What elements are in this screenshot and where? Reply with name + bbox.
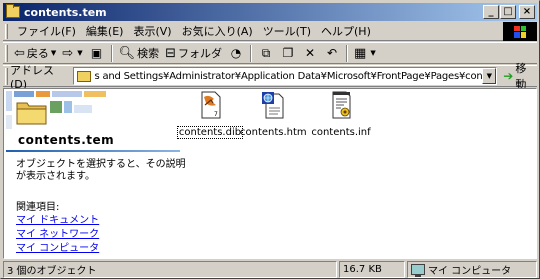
back-button[interactable]: ⇦ 戻る ▼ — [11, 43, 59, 63]
folder-view[interactable]: contents.tem オブジェクトを選択すると、その説明が表示されます。 関… — [3, 88, 537, 259]
copy-to-icon[interactable]: ❐ — [280, 46, 296, 60]
menu-edit[interactable]: 編集(E) — [81, 23, 129, 39]
go-arrow-icon: ➔ — [503, 69, 514, 83]
folders-button[interactable]: ⊟ フォルダ — [162, 43, 225, 63]
address-value[interactable]: s and Settings¥Administrator¥Application… — [94, 71, 482, 82]
windows-logo-icon — [503, 22, 537, 41]
setup-info-icon — [332, 91, 351, 119]
maximize-button[interactable]: □ — [500, 5, 516, 19]
chevron-down-icon[interactable]: ▼ — [51, 49, 56, 57]
move-to-icon[interactable]: ⧉ — [258, 46, 274, 60]
up-folder-icon[interactable]: ▣ — [89, 46, 105, 60]
folder-icon — [16, 102, 47, 125]
title-bar[interactable]: contents.tem _ □ × — [3, 3, 537, 21]
forward-arrow-icon: ⇨ — [62, 45, 74, 61]
zone-label: マイ コンピュータ — [428, 266, 512, 277]
file-item[interactable]: contents.inf — [307, 91, 375, 138]
html-document-icon — [262, 92, 284, 119]
minimize-button[interactable]: _ — [483, 5, 499, 19]
folder-icon — [77, 70, 92, 82]
folders-label: フォルダ — [178, 47, 223, 60]
search-button[interactable]: 🔍︎ 検索 — [116, 43, 163, 63]
menu-favorites[interactable]: お気に入り(A) — [177, 23, 258, 39]
link-my-computer[interactable]: マイ コンピュータ — [16, 239, 99, 254]
svg-text:7: 7 — [214, 111, 218, 118]
views-icon: ▦ — [354, 45, 367, 61]
menu-bar: ファイル(F) 編集(E) 表示(V) お気に入り(A) ツール(T) ヘルプ(… — [3, 22, 537, 41]
file-name: contents.dib — [176, 126, 244, 139]
chevron-down-icon[interactable]: ▼ — [370, 49, 375, 57]
status-size: 16.7 KB — [339, 261, 405, 278]
toolbar-separator — [110, 44, 113, 62]
file-item[interactable]: contents.htm — [239, 91, 307, 138]
file-name: contents.inf — [311, 127, 371, 138]
toolbar-separator — [346, 44, 349, 62]
window-title: contents.tem — [24, 5, 107, 19]
link-my-documents[interactable]: マイ ドキュメント — [16, 211, 99, 226]
search-label: 検索 — [137, 47, 160, 60]
menu-grip[interactable] — [5, 23, 8, 39]
status-bar: 3 個のオブジェクト 16.7 KB マイ コンピュータ — [3, 261, 537, 278]
status-zone: マイ コンピュータ — [407, 261, 537, 278]
menu-file[interactable]: ファイル(F) — [12, 23, 81, 39]
undo-icon[interactable]: ↶ — [324, 46, 340, 60]
selection-hint: オブジェクトを選択すると、その説明が表示されます。 — [16, 159, 186, 182]
address-grip[interactable] — [5, 67, 8, 85]
bitmap-image-icon: 7 — [201, 91, 221, 119]
folder-title: contents.tem — [18, 133, 115, 147]
title-divider — [6, 150, 180, 152]
folder-icon — [6, 4, 20, 18]
explorer-window: contents.tem _ □ × ファイル(F) 編集(E) 表示(V) お… — [0, 0, 540, 279]
history-icon[interactable]: ◔ — [228, 46, 244, 60]
menu-help[interactable]: ヘルプ(H) — [316, 23, 376, 39]
views-button[interactable]: ▦ ▼ — [351, 43, 379, 63]
toolbar-separator — [250, 44, 253, 62]
forward-button[interactable]: ⇨ ▼ — [59, 43, 85, 63]
toolbar-grip[interactable] — [5, 44, 8, 62]
computer-icon — [411, 264, 425, 277]
back-label: 戻る — [26, 47, 49, 60]
address-bar: アドレス(D) s and Settings¥Administrator¥App… — [3, 62, 537, 91]
standard-toolbar: ⇦ 戻る ▼ ⇨ ▼ ▣ 🔍︎ 検索 ⊟ フォルダ ◔ ⧉ ❐ ✕ ↶ ▦ ▼ — [3, 42, 537, 64]
file-item[interactable]: 7 contents.dib — [176, 91, 244, 139]
close-button[interactable]: × — [519, 5, 535, 19]
back-arrow-icon: ⇦ — [14, 45, 25, 61]
chevron-down-icon[interactable]: ▼ — [77, 49, 82, 57]
address-input[interactable]: s and Settings¥Administrator¥Application… — [73, 67, 498, 85]
search-icon: 🔍︎ — [118, 45, 136, 61]
delete-icon[interactable]: ✕ — [302, 46, 318, 60]
chevron-down-icon[interactable]: ▼ — [482, 68, 497, 84]
menu-view[interactable]: 表示(V) — [128, 23, 176, 39]
menu-tools[interactable]: ツール(T) — [258, 23, 316, 39]
address-label: アドレス(D) — [9, 63, 54, 91]
status-object-count: 3 個のオブジェクト — [3, 261, 337, 278]
folder-tree-icon: ⊟ — [165, 45, 177, 61]
file-name: contents.htm — [240, 127, 307, 138]
link-my-network[interactable]: マイ ネットワーク — [16, 225, 99, 240]
